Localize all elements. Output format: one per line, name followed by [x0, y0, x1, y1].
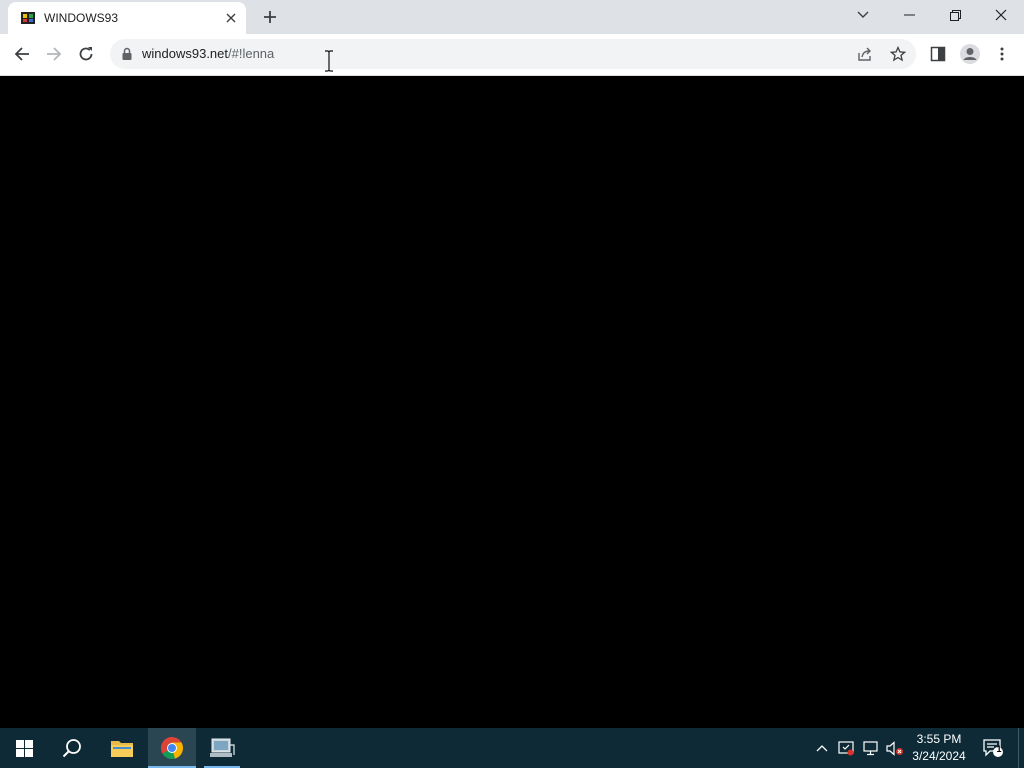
windows93-favicon-icon: [21, 12, 35, 24]
show-hidden-icons-button[interactable]: [812, 728, 832, 768]
reload-button[interactable]: [72, 40, 100, 68]
bookmark-star-icon[interactable]: [889, 45, 907, 63]
back-button[interactable]: [8, 40, 36, 68]
text-cursor-icon: [325, 50, 333, 72]
browser-tab[interactable]: WINDOWS93: [8, 2, 246, 34]
show-desktop-button[interactable]: [1018, 728, 1024, 768]
close-window-button[interactable]: [978, 0, 1024, 30]
restore-icon: [949, 9, 961, 21]
lock-icon[interactable]: [120, 47, 134, 61]
profile-button[interactable]: [956, 40, 984, 68]
start-button[interactable]: [0, 728, 48, 768]
address-bar[interactable]: windows93.net/#!lenna: [110, 39, 916, 69]
plus-icon: [264, 11, 276, 23]
chrome-taskbar-button[interactable]: [148, 728, 196, 768]
network-icon: [862, 740, 878, 755]
kebab-menu-icon: [1000, 47, 1004, 61]
restore-button[interactable]: [932, 0, 978, 30]
arrow-right-icon: [47, 47, 62, 61]
windows-logo-icon: [15, 739, 33, 757]
tab-close-icon[interactable]: [223, 10, 239, 26]
browser-toolbar: windows93.net/#!lenna: [0, 34, 1024, 76]
app-taskbar-button[interactable]: [198, 728, 246, 768]
clock-date: 3/24/2024: [912, 749, 966, 763]
menu-button[interactable]: [988, 40, 1016, 68]
profile-avatar-icon: [960, 44, 980, 64]
forward-button[interactable]: [40, 40, 68, 68]
share-icon[interactable]: [856, 45, 874, 63]
tab-title: WINDOWS93: [44, 11, 119, 25]
minimize-button[interactable]: [886, 0, 932, 30]
notification-count-badge: 1: [996, 744, 1002, 754]
action-center-button[interactable]: 1: [980, 728, 1006, 768]
clock-time: 3:55 PM: [916, 732, 962, 746]
tray-security-button[interactable]: [836, 728, 856, 768]
url-path: /#!lenna: [228, 46, 275, 61]
network-computer-icon: [210, 738, 235, 757]
reload-icon: [79, 47, 93, 61]
browser-tab-strip: WINDOWS93: [0, 0, 1024, 34]
page-content[interactable]: [0, 77, 1024, 728]
taskbar: 3:55 PM 3/24/2024 1: [0, 728, 1024, 768]
security-center-icon: [838, 741, 854, 756]
side-panel-button[interactable]: [924, 40, 952, 68]
chrome-icon: [161, 737, 183, 760]
url-host: windows93.net: [142, 46, 228, 61]
side-panel-icon: [930, 46, 946, 62]
new-tab-button[interactable]: [258, 5, 282, 29]
arrow-left-icon: [14, 47, 29, 61]
url-text[interactable]: windows93.net/#!lenna: [142, 46, 274, 61]
search-icon: [62, 739, 81, 758]
minimize-icon: [903, 14, 915, 16]
search-button[interactable]: [48, 728, 96, 768]
chevron-down-icon: [857, 11, 869, 18]
taskbar-clock[interactable]: 3:55 PM 3/24/2024: [906, 731, 972, 765]
tray-network-button[interactable]: [860, 728, 882, 768]
tab-search-button[interactable]: [840, 0, 886, 30]
folder-icon: [111, 741, 133, 757]
volume-muted-icon: [886, 740, 903, 756]
close-icon: [995, 9, 1007, 21]
file-explorer-button[interactable]: [98, 728, 146, 768]
tray-volume-button[interactable]: [884, 728, 906, 768]
chevron-up-icon: [816, 745, 828, 752]
